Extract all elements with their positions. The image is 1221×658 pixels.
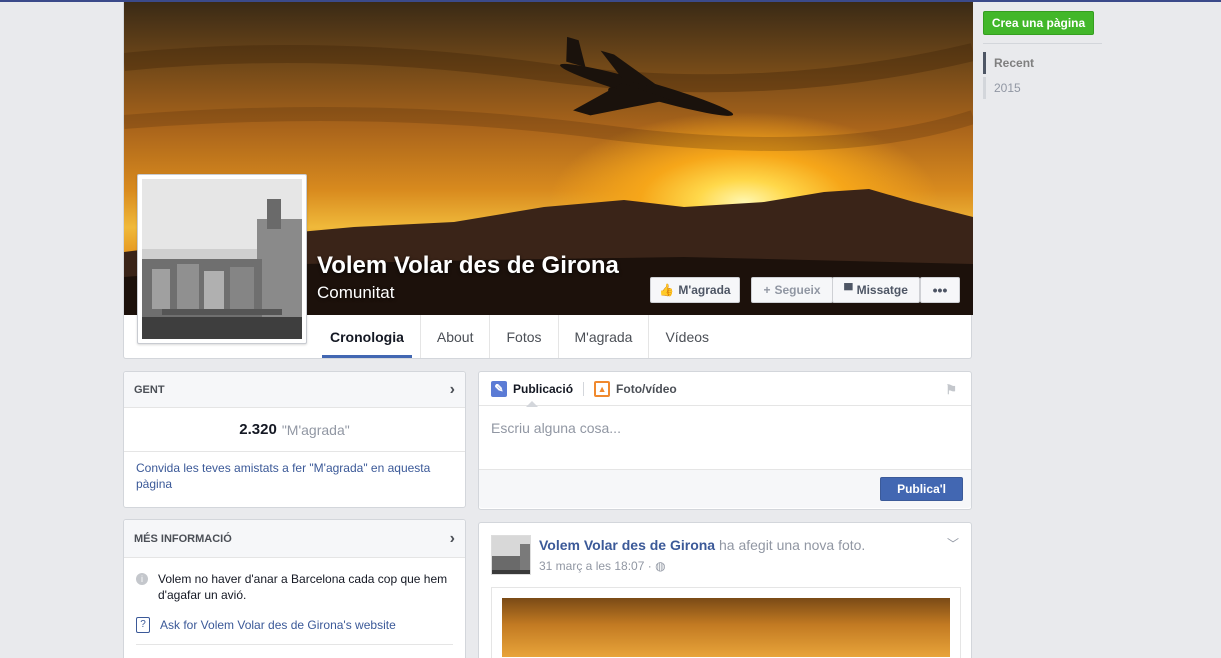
globe-icon: ◍ [655, 559, 666, 573]
composer-tab-post-label: Publicació [513, 381, 574, 396]
tab-photos[interactable]: Fotos [490, 315, 559, 358]
composer-tabs: ✎ Publicació ▲ Foto/vídeo ⚑ [479, 372, 971, 407]
profile-picture[interactable] [137, 174, 307, 344]
follow-button-label: Segueix [774, 283, 821, 297]
composer-footer: Publica'l [479, 470, 971, 508]
chevron-right-icon: › [449, 529, 455, 547]
post-timestamp-row: 31 març a les 18:07 · ◍ [539, 559, 865, 573]
more-icon: ••• [932, 282, 948, 298]
more-options-button[interactable]: ••• [920, 277, 960, 303]
tab-about[interactable]: About [421, 315, 491, 358]
about-card-title: MÉS INFORMACIÓ [134, 532, 232, 545]
profile-scene [142, 179, 302, 339]
tab-videos[interactable]: Vídeos [649, 315, 725, 358]
about-description: Volem no haver d'anar a Barcelona cada c… [158, 572, 448, 602]
people-card: GENT › 2.320 "M'agrada" Convida les teve… [123, 371, 466, 508]
post-photo[interactable] [502, 598, 950, 657]
likes-summary: 2.320 "M'agrada" [124, 408, 465, 452]
message-icon: ▀ [844, 283, 853, 297]
about-description-row: i Volem no haver d'anar a Barcelona cada… [124, 571, 465, 603]
post-photo-frame [491, 587, 961, 658]
page-category[interactable]: Comunitat [317, 283, 394, 303]
website-row: ? Ask for Volem Volar des de Girona's we… [124, 617, 465, 633]
avatar[interactable] [491, 535, 531, 575]
post-timestamp[interactable]: 31 març a les 18:07 · [539, 559, 655, 573]
like-page-button[interactable]: 👍 M'agrada [650, 277, 740, 303]
chevron-right-icon: › [449, 380, 455, 398]
post-title-line: Volem Volar des de Girona ha afegit una … [539, 537, 865, 553]
people-card-title: GENT [134, 383, 165, 396]
about-divider [136, 644, 453, 645]
avatar-image [492, 536, 530, 574]
composer: ✎ Publicació ▲ Foto/vídeo ⚑ Escriu algun… [478, 371, 972, 510]
timeline-2015[interactable]: 2015 [983, 77, 1063, 99]
plus-icon: + [763, 283, 771, 297]
page-tabs: Cronologia About Fotos M'agrada Vídeos [314, 315, 725, 358]
composer-tab-post[interactable]: ✎ Publicació [491, 372, 574, 407]
post-header: Volem Volar des de Girona ha afegit una … [491, 535, 865, 575]
info-icon: i [136, 573, 148, 585]
publish-button[interactable]: Publica'l [880, 477, 963, 501]
post-meta: Volem Volar des de Girona ha afegit una … [539, 535, 865, 575]
invite-friends-link[interactable]: Convida les teves amistats a fer "M'agra… [124, 452, 465, 500]
composer-tab-photo[interactable]: ▲ Foto/vídeo [594, 372, 677, 406]
message-button-label: Missatge [856, 283, 908, 297]
ask-website-link[interactable]: Ask for Volem Volar des de Girona's webs… [160, 617, 396, 633]
tab-likes[interactable]: M'agrada [559, 315, 650, 358]
pencil-icon: ✎ [491, 380, 507, 397]
people-card-header[interactable]: GENT › [124, 372, 465, 408]
right-divider [983, 43, 1102, 44]
photo-icon: ▲ [594, 380, 611, 397]
create-page-button[interactable]: Crea una pàgina [983, 11, 1094, 35]
post-action: ha afegit una nova foto. [718, 537, 866, 553]
likes-label: "M'agrada" [281, 421, 350, 438]
about-card-header[interactable]: MÉS INFORMACIÓ › [124, 520, 465, 558]
composer-tab-photo-label: Foto/vídeo [616, 381, 677, 396]
thumbs-up-icon: 👍 [659, 283, 675, 297]
like-button-label: M'agrada [678, 283, 731, 297]
page-title[interactable]: Volem Volar des de Girona [317, 252, 619, 280]
likes-count: 2.320 [239, 421, 277, 438]
post-card: Volem Volar des de Girona ha afegit una … [478, 522, 972, 658]
flag-icon[interactable]: ⚑ [945, 382, 957, 398]
follow-button[interactable]: + Segueix [751, 277, 833, 303]
about-card: MÉS INFORMACIÓ › i Volem no haver d'anar… [123, 519, 466, 658]
post-author-link[interactable]: Volem Volar des de Girona [539, 537, 715, 553]
composer-input[interactable]: Escriu alguna cosa... [479, 406, 971, 470]
question-icon: ? [136, 617, 150, 633]
timeline-recent[interactable]: Recent [983, 52, 1063, 74]
tab-separator [583, 381, 585, 396]
page-header-card: Volem Volar des de Girona Comunitat 👍 M'… [123, 2, 973, 359]
message-button[interactable]: ▀ Missatge [832, 277, 920, 303]
chevron-down-icon[interactable]: ﹀ [947, 535, 959, 552]
tab-timeline[interactable]: Cronologia [314, 315, 421, 358]
